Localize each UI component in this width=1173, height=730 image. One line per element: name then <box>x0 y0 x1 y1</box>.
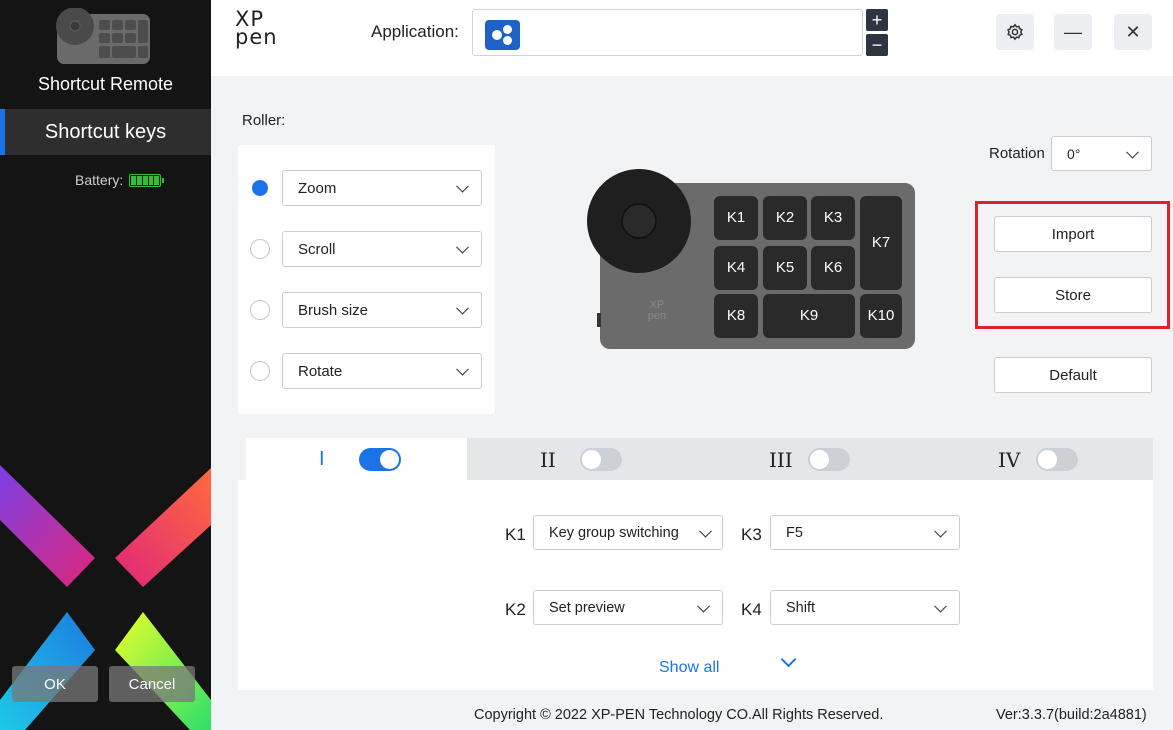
group-3-toggle[interactable] <box>808 448 850 471</box>
group-4-toggle[interactable] <box>1036 448 1078 471</box>
roller-select-scroll[interactable]: Scroll <box>282 231 482 267</box>
roller-radio-zoom[interactable] <box>250 178 270 198</box>
key-label-k4: K4 <box>741 600 762 619</box>
key-select-k3[interactable]: F5 <box>770 515 960 550</box>
roller-option-brush-size: Brush size <box>250 292 486 328</box>
store-button[interactable]: Store <box>994 277 1152 313</box>
chevron-down-icon <box>699 524 712 538</box>
key-select-k4[interactable]: Shift <box>770 590 960 625</box>
blue-app-icon[interactable] <box>485 20 520 50</box>
group-2-toggle[interactable] <box>580 448 622 471</box>
copyright-text: Copyright © 2022 XP-PEN Technology CO.Al… <box>474 707 884 723</box>
key-label-k3: K3 <box>741 525 762 544</box>
shortcut-remote-thumbnail <box>56 8 150 64</box>
roller-option-scroll: Scroll <box>250 231 486 267</box>
chevron-down-icon <box>456 301 469 315</box>
chevron-down-icon <box>934 524 947 538</box>
show-all-link[interactable]: Show all <box>659 659 719 677</box>
import-button[interactable]: Import <box>994 216 1152 252</box>
roller-radio-brush-size[interactable] <box>250 300 270 320</box>
sidebar-item-shortcut-keys[interactable]: Shortcut keys <box>0 109 211 155</box>
application-selector[interactable] <box>472 9 863 56</box>
device-brand-bottom: pen <box>648 310 666 322</box>
device-key-k1-label: K1 <box>727 209 745 226</box>
device-key-k2-label: K2 <box>776 209 794 226</box>
device-name: Shortcut Remote <box>37 74 174 94</box>
tab-group-1[interactable]: I <box>246 438 467 480</box>
xp-pen-logo: XP pen <box>235 7 278 49</box>
key-group-tabs: I II III IV <box>246 438 1153 480</box>
ok-button[interactable]: OK <box>12 666 98 702</box>
header: XP pen Application: + − — ✕ <box>211 0 1173 76</box>
device-key-k7-label: K7 <box>872 234 890 251</box>
battery-icon <box>129 173 165 187</box>
chevron-down-icon <box>1126 145 1139 159</box>
sidebar: Shortcut Remote Shortcut keys Battery: O… <box>0 0 211 730</box>
battery-label: Battery: <box>75 172 124 188</box>
chevron-down-icon <box>456 179 469 193</box>
key-select-k2[interactable]: Set preview <box>533 590 723 625</box>
roller-option-zoom: Zoom <box>250 170 486 206</box>
minimize-button[interactable]: — <box>1054 14 1092 50</box>
gear-icon <box>1007 23 1023 41</box>
key-label-k1: K1 <box>505 525 526 544</box>
roller-radio-scroll[interactable] <box>250 239 270 259</box>
device-key-k6-label: K6 <box>824 259 842 276</box>
chevron-down-icon <box>697 599 710 613</box>
key-select-k1[interactable]: Key group switching <box>533 515 723 550</box>
device-key-k10-label: K10 <box>868 307 895 324</box>
default-button[interactable]: Default <box>994 357 1152 393</box>
rotation-label: Rotation <box>989 145 1045 162</box>
add-application-button[interactable]: + <box>866 9 888 31</box>
tab-group-4[interactable]: IV <box>925 438 1153 480</box>
version-text: Ver:3.3.7(build:2a4881) <box>996 707 1147 723</box>
close-button[interactable]: ✕ <box>1114 14 1152 50</box>
settings-button[interactable] <box>996 14 1034 50</box>
tab-group-3[interactable]: III <box>695 438 925 480</box>
roller-option-rotate: Rotate <box>250 353 486 389</box>
roller-select-zoom[interactable]: Zoom <box>282 170 482 206</box>
group-1-toggle[interactable] <box>359 448 401 471</box>
remove-application-button[interactable]: − <box>866 34 888 56</box>
device-key-k3-label: K3 <box>824 209 842 226</box>
battery-status: Battery: <box>75 172 165 188</box>
sidebar-item-label: Shortcut keys <box>44 121 167 143</box>
device-key-k5-label: K5 <box>776 259 794 276</box>
device-key-k8-label: K8 <box>727 307 745 324</box>
roller-select-brush-size[interactable]: Brush size <box>282 292 482 328</box>
roller-label: Roller: <box>242 112 286 129</box>
roller-radio-rotate[interactable] <box>250 361 270 381</box>
roller-select-rotate[interactable]: Rotate <box>282 353 482 389</box>
key-label-k2: K2 <box>505 600 526 619</box>
chevron-down-icon <box>456 240 469 254</box>
chevron-down-icon <box>934 599 947 613</box>
cancel-button[interactable]: Cancel <box>109 666 195 702</box>
application-label: Application: <box>371 22 459 41</box>
roller-panel: Zoom Scroll Brush size Rotate <box>238 145 495 414</box>
chevron-down-icon <box>456 362 469 376</box>
device-key-k9-label: K9 <box>800 307 818 324</box>
shortcut-remote-illustration: XP pen K1 K2 K3 K7 K4 K5 K6 K8 K9 K10 <box>587 169 915 349</box>
device-key-k4-label: K4 <box>727 259 745 276</box>
rotation-select[interactable]: 0° <box>1051 136 1152 171</box>
tab-group-2[interactable]: II <box>467 438 695 480</box>
